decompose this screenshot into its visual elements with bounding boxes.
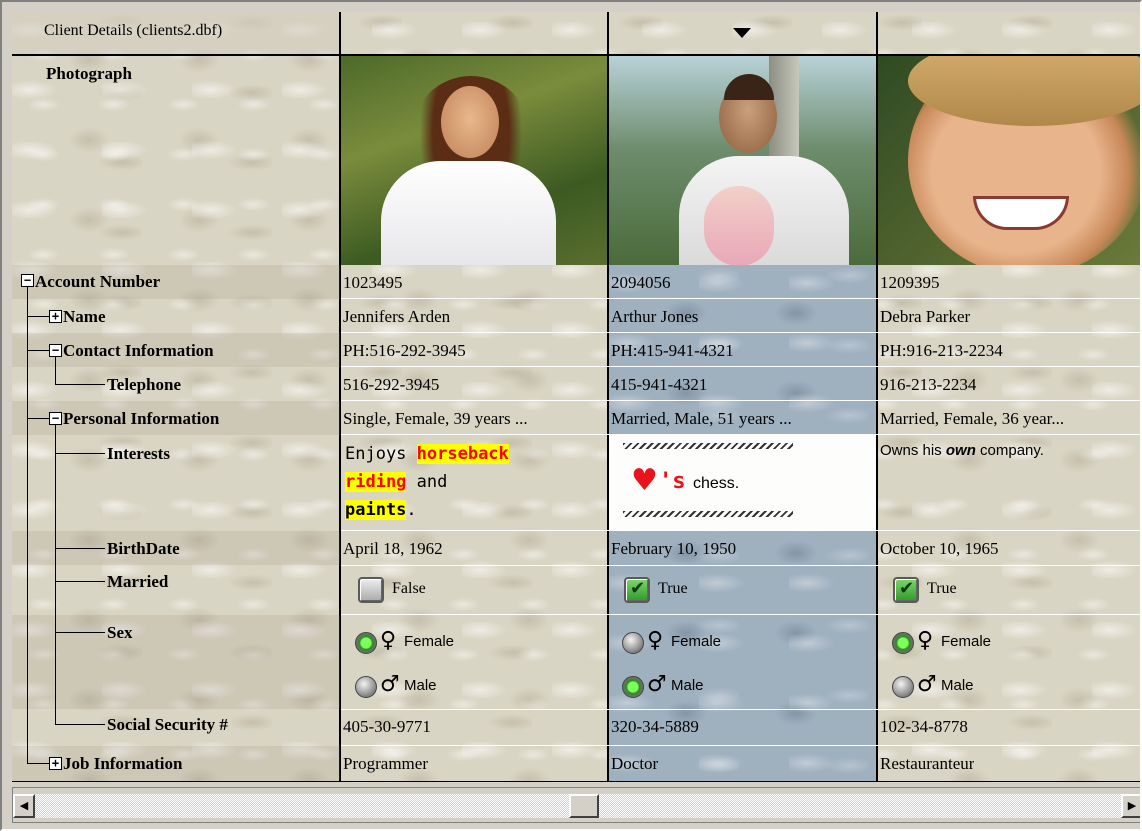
female-person-icon: ♀ xyxy=(380,628,397,653)
heart-icon: ♥ xyxy=(631,463,658,498)
social-security-number[interactable]: 102-34-8778 xyxy=(880,717,968,737)
account-number[interactable]: 1209395 xyxy=(880,273,940,293)
female-person-icon: ♀ xyxy=(917,628,934,653)
male-person-icon: ♂ xyxy=(380,672,400,697)
label-telephone: Telephone xyxy=(107,375,182,394)
collapse-account-icon[interactable]: − xyxy=(21,274,34,287)
telephone[interactable]: 516-292-3945 xyxy=(343,375,439,395)
sex-female-radio[interactable] xyxy=(355,632,377,654)
label-name: Name xyxy=(63,307,106,326)
married-checkbox[interactable] xyxy=(624,577,650,603)
sex-female-label: Female xyxy=(941,633,992,650)
birthdate[interactable]: October 10, 1965 xyxy=(880,539,999,559)
job-information[interactable]: Programmer xyxy=(343,754,428,774)
scroll-right-arrow-icon[interactable]: ▶ xyxy=(1121,794,1140,818)
squiggle-border-top xyxy=(623,443,793,449)
married-value: False xyxy=(392,580,426,597)
birthdate[interactable]: February 10, 1950 xyxy=(611,539,736,559)
married-value: True xyxy=(927,580,957,597)
client-name[interactable]: Jennifers Arden xyxy=(343,307,450,327)
married-checkbox[interactable] xyxy=(893,577,919,603)
sex-male-radio[interactable] xyxy=(355,676,377,698)
sex-female-radio[interactable] xyxy=(892,632,914,654)
label-social-security: Social Security # xyxy=(107,715,228,734)
male-person-icon: ♂ xyxy=(917,672,937,697)
sex-female-label: Female xyxy=(671,633,722,650)
telephone[interactable]: 916-213-2234 xyxy=(880,375,976,395)
client-details-window: Client Details (clients2.dbf) Photograph… xyxy=(0,0,1142,831)
social-security-number[interactable]: 405-30-9771 xyxy=(343,717,431,737)
label-married: Married xyxy=(107,572,169,591)
label-birthdate: BirthDate xyxy=(107,539,180,558)
label-sex: Sex xyxy=(107,623,133,642)
interests-rich-text[interactable]: ♥ 's chess. xyxy=(609,435,876,530)
sex-male-radio[interactable] xyxy=(892,676,914,698)
expand-job-icon[interactable]: + xyxy=(49,757,62,770)
account-number[interactable]: 1023495 xyxy=(343,273,403,293)
personal-information[interactable]: Married, Male, 51 years ... xyxy=(611,409,875,429)
sort-down-arrow-icon[interactable] xyxy=(733,28,751,38)
label-personal-information: Personal Information xyxy=(63,409,220,428)
sex-female-label: Female xyxy=(404,633,455,650)
column-header-1[interactable] xyxy=(340,12,608,54)
horizontal-scrollbar[interactable]: ◀ ▶ xyxy=(12,787,1140,823)
collapse-personal-icon[interactable]: − xyxy=(49,412,62,425)
label-photograph: Photograph xyxy=(46,64,132,83)
sex-female-radio[interactable] xyxy=(622,632,644,654)
sex-male-label: Male xyxy=(941,677,974,694)
sex-male-label: Male xyxy=(671,677,704,694)
column-header-3[interactable] xyxy=(878,12,1140,54)
squiggle-border-bottom xyxy=(623,511,793,517)
sex-male-label: Male xyxy=(404,677,437,694)
column-header-2[interactable] xyxy=(609,12,877,54)
female-person-icon: ♀ xyxy=(647,628,664,653)
record-grid: Client Details (clients2.dbf) Photograph… xyxy=(12,12,1140,782)
client-photo-3 xyxy=(878,56,1140,265)
telephone[interactable]: 415-941-4321 xyxy=(611,375,707,395)
personal-information[interactable]: Married, Female, 36 year... xyxy=(880,409,1140,429)
married-checkbox[interactable] xyxy=(358,577,384,603)
social-security-number[interactable]: 320-34-5889 xyxy=(611,717,699,737)
interests-rich-text[interactable]: Enjoys horseback riding and paints. xyxy=(345,440,607,528)
scrollbar-thumb[interactable] xyxy=(569,794,599,818)
birthdate[interactable]: April 18, 1962 xyxy=(343,539,443,559)
expand-name-icon[interactable]: + xyxy=(49,310,62,323)
client-name[interactable]: Debra Parker xyxy=(880,307,970,327)
sex-male-radio[interactable] xyxy=(622,676,644,698)
contact-information[interactable]: PH:916-213-2234 xyxy=(880,341,1003,361)
male-person-icon: ♂ xyxy=(647,672,667,697)
client-photo-1 xyxy=(341,56,607,265)
contact-information[interactable]: PH:516-292-3945 xyxy=(343,341,466,361)
job-information[interactable]: Doctor xyxy=(611,754,658,774)
married-value: True xyxy=(658,580,688,597)
interests-rich-text[interactable]: Owns his own company. xyxy=(880,442,1044,459)
label-account-number: Account Number xyxy=(35,272,161,291)
label-contact-information: Contact Information xyxy=(63,341,214,360)
job-information[interactable]: Restauranteur xyxy=(880,754,974,774)
account-number[interactable]: 2094056 xyxy=(611,273,671,293)
label-interests: Interests xyxy=(107,444,170,463)
scroll-left-arrow-icon[interactable]: ◀ xyxy=(13,794,35,818)
personal-information[interactable]: Single, Female, 39 years ... xyxy=(343,409,607,429)
contact-information[interactable]: PH:415-941-4321 xyxy=(611,341,734,361)
grid-header-title[interactable]: Client Details (clients2.dbf) xyxy=(12,12,340,54)
label-job-information: Job Information xyxy=(63,754,183,773)
client-photo-2 xyxy=(609,56,876,265)
collapse-contact-icon[interactable]: − xyxy=(49,344,62,357)
client-name[interactable]: Arthur Jones xyxy=(611,307,698,327)
